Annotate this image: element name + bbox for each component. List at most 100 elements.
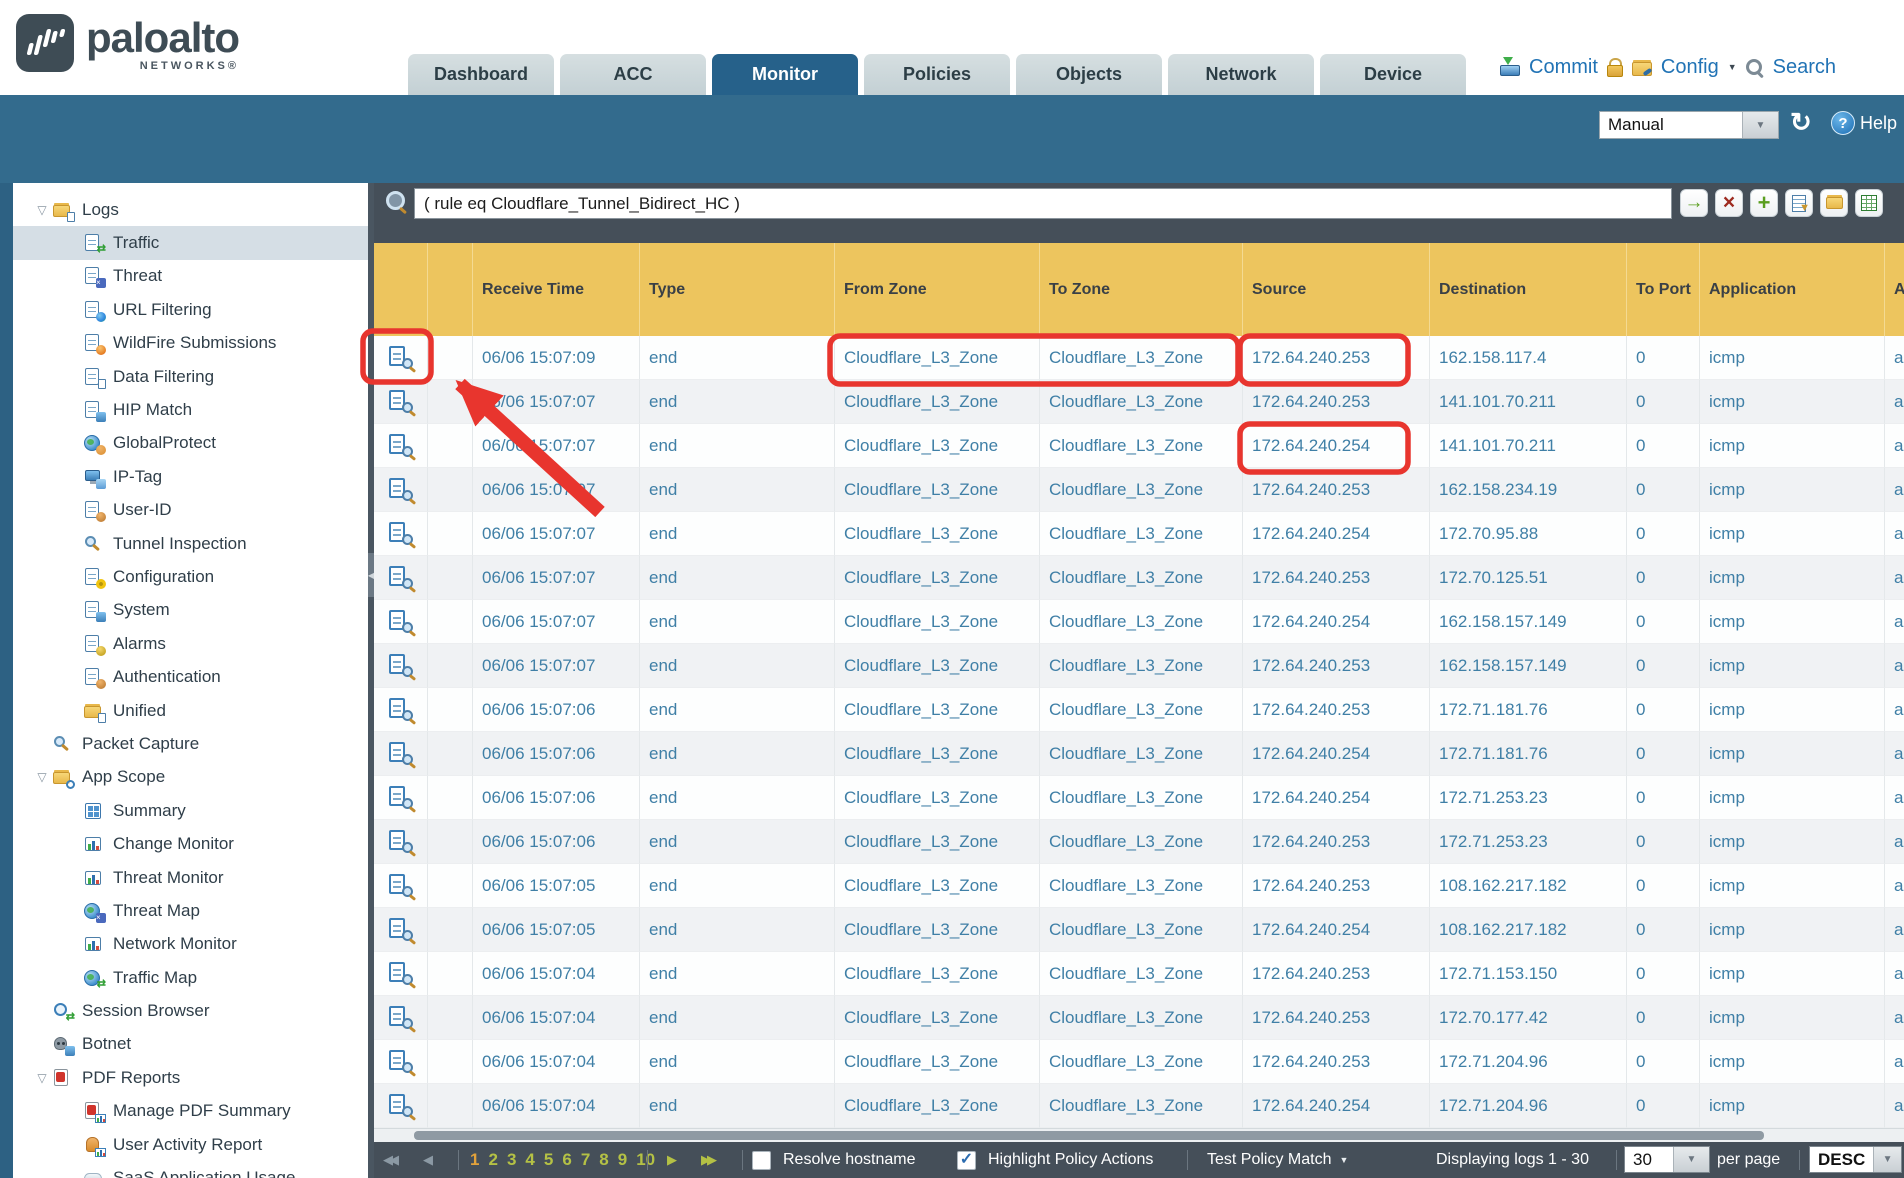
help-icon[interactable]: ?	[1831, 111, 1855, 135]
highlight-policy-checkbox[interactable]: ✓	[957, 1151, 976, 1170]
page-number-9[interactable]: 9	[618, 1150, 627, 1170]
page-number-2[interactable]: 2	[488, 1150, 497, 1170]
table-row[interactable]: 06/06 15:07:06endCloudflare_L3_ZoneCloud…	[374, 820, 1904, 864]
table-row[interactable]: 06/06 15:07:04endCloudflare_L3_ZoneCloud…	[374, 996, 1904, 1040]
refresh-mode-caret-icon[interactable]: ▼	[1742, 112, 1778, 138]
sidebar-item-authentication[interactable]: Authentication	[13, 660, 368, 693]
per-page-select[interactable]: 30 ▼	[1624, 1146, 1710, 1173]
tab-monitor[interactable]: Monitor	[712, 54, 858, 95]
sidebar-item-threat-map[interactable]: ×Threat Map	[13, 894, 368, 927]
log-detail-icon[interactable]	[387, 962, 414, 986]
sidebar-item-globalprotect[interactable]: GlobalProtect	[13, 427, 368, 460]
log-detail-icon[interactable]	[387, 786, 414, 810]
config-caret-icon[interactable]: ▼	[1728, 62, 1737, 72]
apply-filter-icon[interactable]: →	[1680, 189, 1708, 217]
tab-acc[interactable]: ACC	[560, 54, 706, 95]
sidebar-item-tunnel-inspection[interactable]: Tunnel Inspection	[13, 527, 368, 560]
column-header-action[interactable]: A	[1885, 243, 1904, 336]
sidebar-item-traffic[interactable]: ⇄Traffic	[13, 226, 368, 259]
sidebar-item-hip-match[interactable]: HIP Match	[13, 393, 368, 426]
column-header-application[interactable]: Application	[1700, 243, 1885, 336]
table-row[interactable]: 06/06 15:07:07endCloudflare_L3_ZoneCloud…	[374, 468, 1904, 512]
table-row[interactable]: 06/06 15:07:05endCloudflare_L3_ZoneCloud…	[374, 908, 1904, 952]
tab-device[interactable]: Device	[1320, 54, 1466, 95]
log-detail-icon[interactable]	[387, 346, 414, 370]
log-detail-icon[interactable]	[387, 1094, 414, 1118]
sidebar-item-alarms[interactable]: Alarms	[13, 627, 368, 660]
export-logs-icon[interactable]	[1855, 189, 1883, 217]
resolve-hostname-checkbox[interactable]	[752, 1151, 771, 1170]
refresh-icon[interactable]: ↻	[1790, 107, 1812, 138]
sidebar-item-session-browser[interactable]: ⇄Session Browser	[13, 994, 368, 1027]
filter-builder-icon[interactable]: ▼	[1785, 189, 1813, 217]
sidebar-item-ip-tag[interactable]: IP-Tag	[13, 460, 368, 493]
sidebar-item-logs[interactable]: ▽Logs	[13, 193, 368, 226]
sidebar-item-change-monitor[interactable]: Change Monitor	[13, 827, 368, 860]
horizontal-scrollbar-thumb[interactable]	[414, 1131, 1764, 1140]
log-detail-icon[interactable]	[387, 654, 414, 678]
sidebar-item-threat-monitor[interactable]: Threat Monitor	[13, 861, 368, 894]
log-detail-icon[interactable]	[387, 478, 414, 502]
log-detail-icon[interactable]	[387, 742, 414, 766]
sidebar-item-manage-pdf-summary[interactable]: Manage PDF Summary	[13, 1095, 368, 1128]
config-button[interactable]: Config	[1661, 56, 1719, 79]
sidebar-item-threat[interactable]: ×Threat	[13, 260, 368, 293]
table-row[interactable]: 06/06 15:07:07endCloudflare_L3_ZoneCloud…	[374, 512, 1904, 556]
load-filter-icon[interactable]	[1820, 189, 1848, 217]
log-detail-icon[interactable]	[387, 522, 414, 546]
expander-icon[interactable]: ▽	[31, 203, 53, 217]
log-detail-icon[interactable]	[387, 918, 414, 942]
refresh-mode-select[interactable]: Manual ▼	[1599, 111, 1779, 139]
horizontal-scrollbar[interactable]	[374, 1128, 1904, 1142]
table-row[interactable]: 06/06 15:07:04endCloudflare_L3_ZoneCloud…	[374, 1084, 1904, 1128]
table-row[interactable]: 06/06 15:07:06endCloudflare_L3_ZoneCloud…	[374, 688, 1904, 732]
log-detail-icon[interactable]	[387, 1050, 414, 1074]
table-row[interactable]: 06/06 15:07:07endCloudflare_L3_ZoneCloud…	[374, 380, 1904, 424]
column-header-to_zone[interactable]: To Zone	[1040, 243, 1243, 336]
page-number-6[interactable]: 6	[562, 1150, 571, 1170]
log-detail-icon[interactable]	[387, 434, 414, 458]
per-page-caret-icon[interactable]: ▼	[1673, 1147, 1709, 1172]
table-row[interactable]: 06/06 15:07:06endCloudflare_L3_ZoneCloud…	[374, 732, 1904, 776]
prev-page-button[interactable]: ◀	[423, 1142, 429, 1178]
column-header-source[interactable]: Source	[1243, 243, 1430, 336]
log-detail-icon[interactable]	[387, 390, 414, 414]
log-detail-icon[interactable]	[387, 830, 414, 854]
sidebar-item-url-filtering[interactable]: URL Filtering	[13, 293, 368, 326]
sidebar-item-user-id[interactable]: User-ID	[13, 494, 368, 527]
last-page-button[interactable]: ▶▶	[701, 1142, 713, 1178]
lock-icon[interactable]	[1607, 58, 1623, 77]
page-number-4[interactable]: 4	[525, 1150, 534, 1170]
sidebar-item-summary[interactable]: Summary	[13, 794, 368, 827]
tab-policies[interactable]: Policies	[864, 54, 1010, 95]
table-row[interactable]: 06/06 15:07:07endCloudflare_L3_ZoneCloud…	[374, 556, 1904, 600]
sidebar-item-user-activity-report[interactable]: User Activity Report	[13, 1128, 368, 1161]
filter-query-input[interactable]	[414, 188, 1672, 219]
sidebar-item-wildfire-submissions[interactable]: WildFire Submissions	[13, 327, 368, 360]
sidebar-item-system[interactable]: System	[13, 594, 368, 627]
sidebar-item-data-filtering[interactable]: Data Filtering	[13, 360, 368, 393]
table-row[interactable]: 06/06 15:07:04endCloudflare_L3_ZoneCloud…	[374, 1040, 1904, 1084]
help-label[interactable]: Help	[1860, 113, 1897, 134]
sidebar-item-saas-application-usage[interactable]: SaaS Application Usage	[13, 1161, 368, 1178]
commit-button[interactable]: Commit	[1529, 56, 1598, 79]
tab-objects[interactable]: Objects	[1016, 54, 1162, 95]
column-header-spacer[interactable]	[428, 243, 473, 336]
page-number-5[interactable]: 5	[544, 1150, 553, 1170]
page-number-8[interactable]: 8	[599, 1150, 608, 1170]
table-row[interactable]: 06/06 15:07:07endCloudflare_L3_ZoneCloud…	[374, 644, 1904, 688]
page-number-3[interactable]: 3	[507, 1150, 516, 1170]
next-page-button[interactable]: ▶	[667, 1142, 673, 1178]
log-detail-icon[interactable]	[387, 1006, 414, 1030]
sort-order-select[interactable]: DESC ▼	[1809, 1146, 1902, 1173]
sidebar-item-configuration[interactable]: Configuration	[13, 560, 368, 593]
sidebar-item-packet-capture[interactable]: Packet Capture	[13, 727, 368, 760]
column-header-type[interactable]: Type	[640, 243, 835, 336]
page-number-10[interactable]: 10	[636, 1150, 655, 1170]
log-detail-icon[interactable]	[387, 610, 414, 634]
log-detail-icon[interactable]	[387, 566, 414, 590]
column-header-receive_time[interactable]: Receive Time	[473, 243, 640, 336]
add-filter-icon[interactable]: +	[1750, 189, 1778, 217]
log-detail-icon[interactable]	[387, 874, 414, 898]
table-row[interactable]: 06/06 15:07:06endCloudflare_L3_ZoneCloud…	[374, 776, 1904, 820]
